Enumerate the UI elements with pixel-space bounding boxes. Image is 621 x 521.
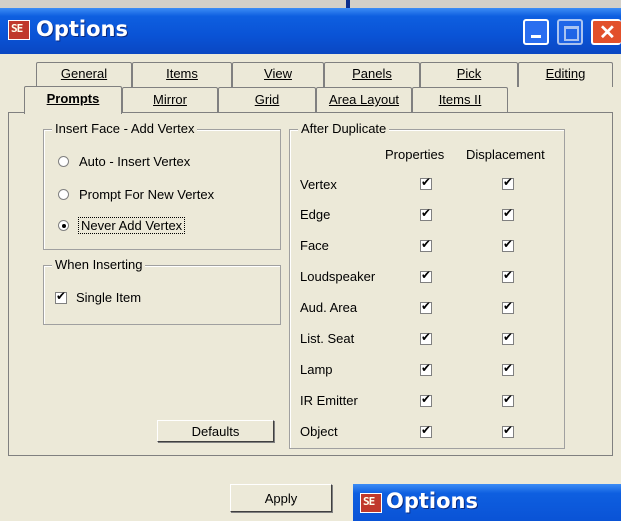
row-label-list-seat: List. Seat (300, 331, 355, 346)
app-logo-icon: SE (8, 20, 30, 40)
title-bar[interactable]: SE Options ✕ (0, 8, 621, 54)
row-label-edge: Edge (300, 207, 331, 222)
close-icon: ✕ (599, 22, 616, 44)
properties-checkbox-face[interactable] (420, 237, 432, 252)
tab-general[interactable]: General (36, 62, 132, 87)
properties-column-header: Properties (385, 147, 445, 162)
tab-mirror[interactable]: Mirror (122, 87, 218, 112)
minimize-button[interactable] (523, 19, 549, 45)
properties-checkbox-lamp[interactable] (420, 361, 432, 376)
second-window-title: Options (386, 489, 478, 513)
radio-never-add-vertex[interactable]: Never Add Vertex (58, 217, 186, 234)
app-logo-icon: SE (360, 493, 382, 513)
background-window-divider (346, 0, 350, 8)
properties-checkbox-list-seat[interactable] (420, 330, 432, 345)
row-label-loudspeaker: Loudspeaker (300, 269, 376, 284)
displacement-checkbox-ir-emitter[interactable] (502, 392, 514, 407)
displacement-checkbox-aud-area[interactable] (502, 299, 514, 314)
background-window-edge (0, 0, 621, 8)
maximize-button[interactable] (557, 19, 583, 45)
checkbox-indicator[interactable] (55, 289, 67, 304)
tab-items[interactable]: Items (132, 62, 232, 87)
tab-area-layout[interactable]: Area Layout (316, 87, 412, 112)
defaults-button[interactable]: Defaults (157, 420, 274, 442)
radio-indicator-selected[interactable] (58, 220, 69, 231)
row-label-aud-area: Aud. Area (300, 300, 358, 315)
tab-prompts[interactable]: Prompts (24, 86, 122, 114)
radio-indicator[interactable] (58, 189, 69, 200)
displacement-checkbox-face[interactable] (502, 237, 514, 252)
radio-auto-insert-vertex[interactable]: Auto - Insert Vertex (58, 154, 190, 169)
after-duplicate-title: After Duplicate (298, 121, 390, 136)
tab-panels[interactable]: Panels (324, 62, 420, 87)
tab-view[interactable]: View (232, 62, 324, 87)
row-label-face: Face (300, 238, 329, 253)
row-label-lamp: Lamp (300, 362, 333, 377)
single-item-checkbox[interactable]: Single Item (55, 289, 141, 305)
tab-pick[interactable]: Pick (420, 62, 518, 87)
displacement-checkbox-object[interactable] (502, 423, 514, 438)
properties-checkbox-aud-area[interactable] (420, 299, 432, 314)
displacement-checkbox-loudspeaker[interactable] (502, 268, 514, 283)
radio-indicator[interactable] (58, 156, 69, 167)
properties-checkbox-ir-emitter[interactable] (420, 392, 432, 407)
row-label-object: Object (300, 424, 338, 439)
window-title: Options (36, 17, 128, 41)
radio-prompt-new-vertex[interactable]: Prompt For New Vertex (58, 187, 214, 202)
properties-checkbox-vertex[interactable] (420, 175, 432, 190)
displacement-checkbox-edge[interactable] (502, 206, 514, 221)
row-label-vertex: Vertex (300, 177, 337, 192)
displacement-checkbox-list-seat[interactable] (502, 330, 514, 345)
second-window-title-bar[interactable]: SE Options (353, 484, 621, 521)
displacement-column-header: Displacement (466, 147, 545, 162)
tab-grid[interactable]: Grid (218, 87, 316, 112)
insert-face-title: Insert Face - Add Vertex (52, 121, 198, 136)
row-label-ir-emitter: IR Emitter (300, 393, 358, 408)
properties-checkbox-loudspeaker[interactable] (420, 268, 432, 283)
apply-button[interactable]: Apply (230, 484, 332, 512)
close-button[interactable]: ✕ (591, 19, 621, 45)
properties-checkbox-edge[interactable] (420, 206, 432, 221)
properties-checkbox-object[interactable] (420, 423, 432, 438)
displacement-checkbox-vertex[interactable] (502, 175, 514, 190)
tab-items-ii[interactable]: Items II (412, 87, 508, 112)
displacement-checkbox-lamp[interactable] (502, 361, 514, 376)
tab-editing[interactable]: Editing (518, 62, 613, 87)
when-inserting-title: When Inserting (52, 257, 146, 272)
